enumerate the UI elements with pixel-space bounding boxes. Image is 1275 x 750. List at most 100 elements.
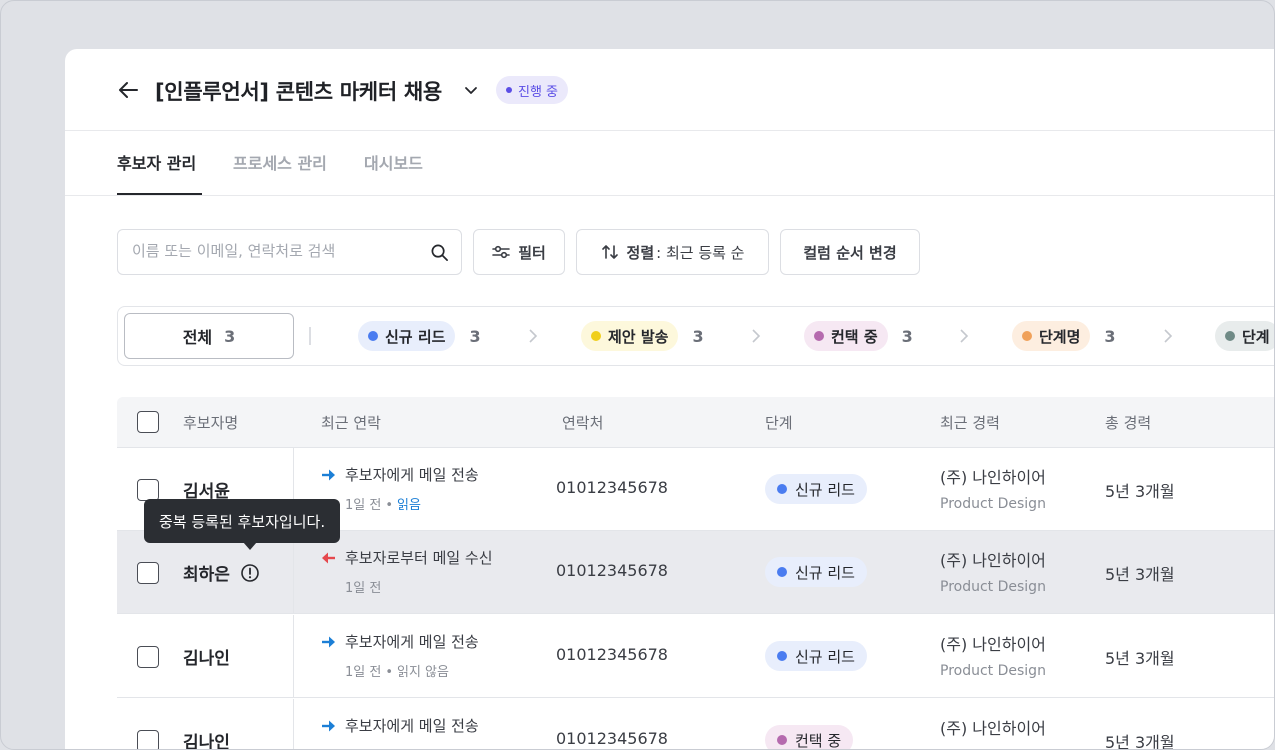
chevron-right-icon: [1164, 329, 1173, 343]
stage-all-label: 전체: [182, 328, 213, 347]
search-input[interactable]: [132, 242, 417, 260]
stage-step-name[interactable]: 단계명 3: [1012, 321, 1116, 351]
chevron-right-icon: [960, 329, 969, 343]
table-row[interactable]: 김나인 후보자에게 메일 전송 1일 전 • 읽지 않음 01012345678 신…: [117, 615, 1274, 698]
page-title: [인플루언서] 콘텐츠 마케터 채용: [155, 80, 442, 104]
recent-career: (주) 나인하이어 Product Design: [940, 464, 1046, 512]
tab-process[interactable]: 프로세스 관리: [233, 150, 327, 174]
search-icon[interactable]: [430, 243, 449, 262]
role: Product Design: [940, 579, 1046, 595]
column-header[interactable]: 연락처: [562, 412, 603, 433]
sort-button[interactable]: 정렬: 최근 등록 순: [576, 229, 769, 275]
stage-count: 3: [1104, 326, 1116, 346]
recent-contact: 후보자에게 메일 전송 1일 전 • 읽지 않음: [321, 631, 479, 680]
row-checkbox[interactable]: [137, 479, 159, 501]
table-row[interactable]: 최하은 후보자로부터 메일 수신 1일 전 01012345678 신규 리드 …: [117, 531, 1274, 614]
row-checkbox[interactable]: [137, 646, 159, 668]
recent-career: (주) 나인하이어: [940, 715, 1046, 739]
recent-career: (주) 나인하이어 Product Design: [940, 547, 1046, 595]
stage-label: 신규 리드: [795, 647, 855, 666]
tab-dashboard[interactable]: 대시보드: [364, 150, 423, 174]
duplicate-tooltip: 중복 등록된 후보자입니다.: [144, 499, 341, 543]
page-header: [인플루언서] 콘텐츠 마케터 채용 진행 중: [65, 49, 1274, 131]
sort-arrows-icon: [601, 245, 618, 259]
stage-dot: [1225, 331, 1235, 341]
stage-dot: [1022, 331, 1032, 341]
stage-dot: [777, 567, 787, 577]
duplicate-warning-icon[interactable]: [240, 563, 260, 583]
stage-dot: [814, 331, 824, 341]
stage-all-button[interactable]: 전체 3: [124, 313, 294, 359]
stage-badge: 신규 리드: [765, 557, 867, 587]
stage-proposal-sent[interactable]: 제안 발송 3: [581, 321, 704, 351]
stage-count: 3: [692, 326, 704, 346]
tab-candidates[interactable]: 후보자 관리: [117, 150, 196, 174]
incoming-arrow-icon: [322, 552, 335, 563]
recent-contact: 후보자에게 메일 전송 1일 전 • 읽음: [321, 464, 479, 513]
column-header[interactable]: 최근 연락: [321, 412, 381, 433]
table-row[interactable]: 김나인 후보자에게 메일 전송 01012345678 컨택 중 (주) 나인하…: [117, 699, 1274, 750]
contact-text: 후보자에게 메일 전송: [345, 717, 479, 735]
outgoing-arrow-icon: [322, 469, 335, 480]
recent-contact: 후보자로부터 메일 수신 1일 전: [321, 547, 493, 596]
chevron-right-icon: [752, 329, 761, 343]
select-all-checkbox[interactable]: [137, 411, 159, 433]
recent-career: (주) 나인하이어 Product Design: [940, 631, 1046, 679]
row-checkbox[interactable]: [137, 562, 159, 584]
search-box: [117, 229, 462, 275]
stage-new-lead[interactable]: 신규 리드 3: [358, 321, 481, 351]
stage-label: 컨택 중: [795, 731, 842, 750]
stage-label: 신규 리드: [795, 480, 855, 499]
total-career: 5년 3개월: [1105, 482, 1175, 501]
stage-dot: [777, 735, 787, 745]
chevron-right-icon: [529, 329, 538, 343]
stage-dot: [591, 331, 601, 341]
candidate-name[interactable]: 김나인: [183, 644, 230, 669]
outgoing-arrow-icon: [322, 720, 335, 731]
candidate-name[interactable]: 최하은: [183, 560, 230, 585]
stage-step[interactable]: 단계: [1215, 321, 1274, 351]
total-career: 5년 3개월: [1105, 733, 1175, 750]
sort-value: : 최근 등록 순: [656, 243, 745, 262]
stage-badge: 신규 리드: [765, 641, 867, 671]
chevron-down-icon[interactable]: [463, 82, 479, 98]
back-arrow-icon[interactable]: [117, 79, 139, 101]
contact-text: 후보자에게 메일 전송: [345, 633, 479, 651]
stage-label: 컨택 중: [831, 327, 878, 346]
filter-button[interactable]: 필터: [473, 229, 565, 275]
column-order-button[interactable]: 컬럼 순서 변경: [780, 229, 920, 275]
stage-contacting[interactable]: 컨택 중 3: [804, 321, 913, 351]
contact-time: 1일 전: [345, 665, 382, 680]
stage-dot: [368, 331, 378, 341]
column-header[interactable]: 총 경력: [1105, 412, 1151, 433]
column-header[interactable]: 후보자명: [183, 412, 238, 433]
stage-pill: 제안 발송: [581, 321, 679, 351]
stage-count: 3: [469, 326, 481, 346]
column-header[interactable]: 단계: [765, 412, 793, 433]
company: (주) 나인하이어: [940, 468, 1046, 487]
column-header[interactable]: 최근 경력: [940, 412, 1000, 433]
row-checkbox[interactable]: [137, 730, 159, 749]
stage-all-count: 3: [224, 326, 236, 346]
stage-badge: 컨택 중: [765, 725, 854, 750]
role: Product Design: [940, 663, 1046, 679]
candidate-name[interactable]: 김나인: [183, 728, 230, 749]
divider: [309, 327, 311, 345]
tab-bar: 후보자 관리 프로세스 관리 대시보드: [65, 131, 1274, 196]
active-tab-indicator: [117, 193, 202, 195]
sliders-icon: [492, 245, 510, 259]
status-badge: 진행 중: [496, 76, 569, 104]
stage-filter-bar: 전체 3 신규 리드 3 제안 발송 3 컨택 중 3 단계명 3 단계: [117, 306, 1274, 366]
phone-number: 01012345678: [556, 478, 668, 497]
main-window: [인플루언서] 콘텐츠 마케터 채용 진행 중 후보자 관리 프로세스 관리 대…: [65, 49, 1274, 750]
filter-label: 필터: [518, 243, 546, 262]
stage-pill: 신규 리드: [358, 321, 456, 351]
read-status: 읽지 않음: [397, 665, 449, 680]
sort-label: 정렬: [626, 243, 655, 262]
read-status: 읽음: [397, 498, 421, 513]
recent-contact: 후보자에게 메일 전송: [321, 715, 479, 736]
column-divider: [293, 699, 294, 749]
column-divider: [293, 615, 294, 697]
phone-number: 01012345678: [556, 645, 668, 664]
stage-label: 신규 리드: [795, 563, 855, 582]
